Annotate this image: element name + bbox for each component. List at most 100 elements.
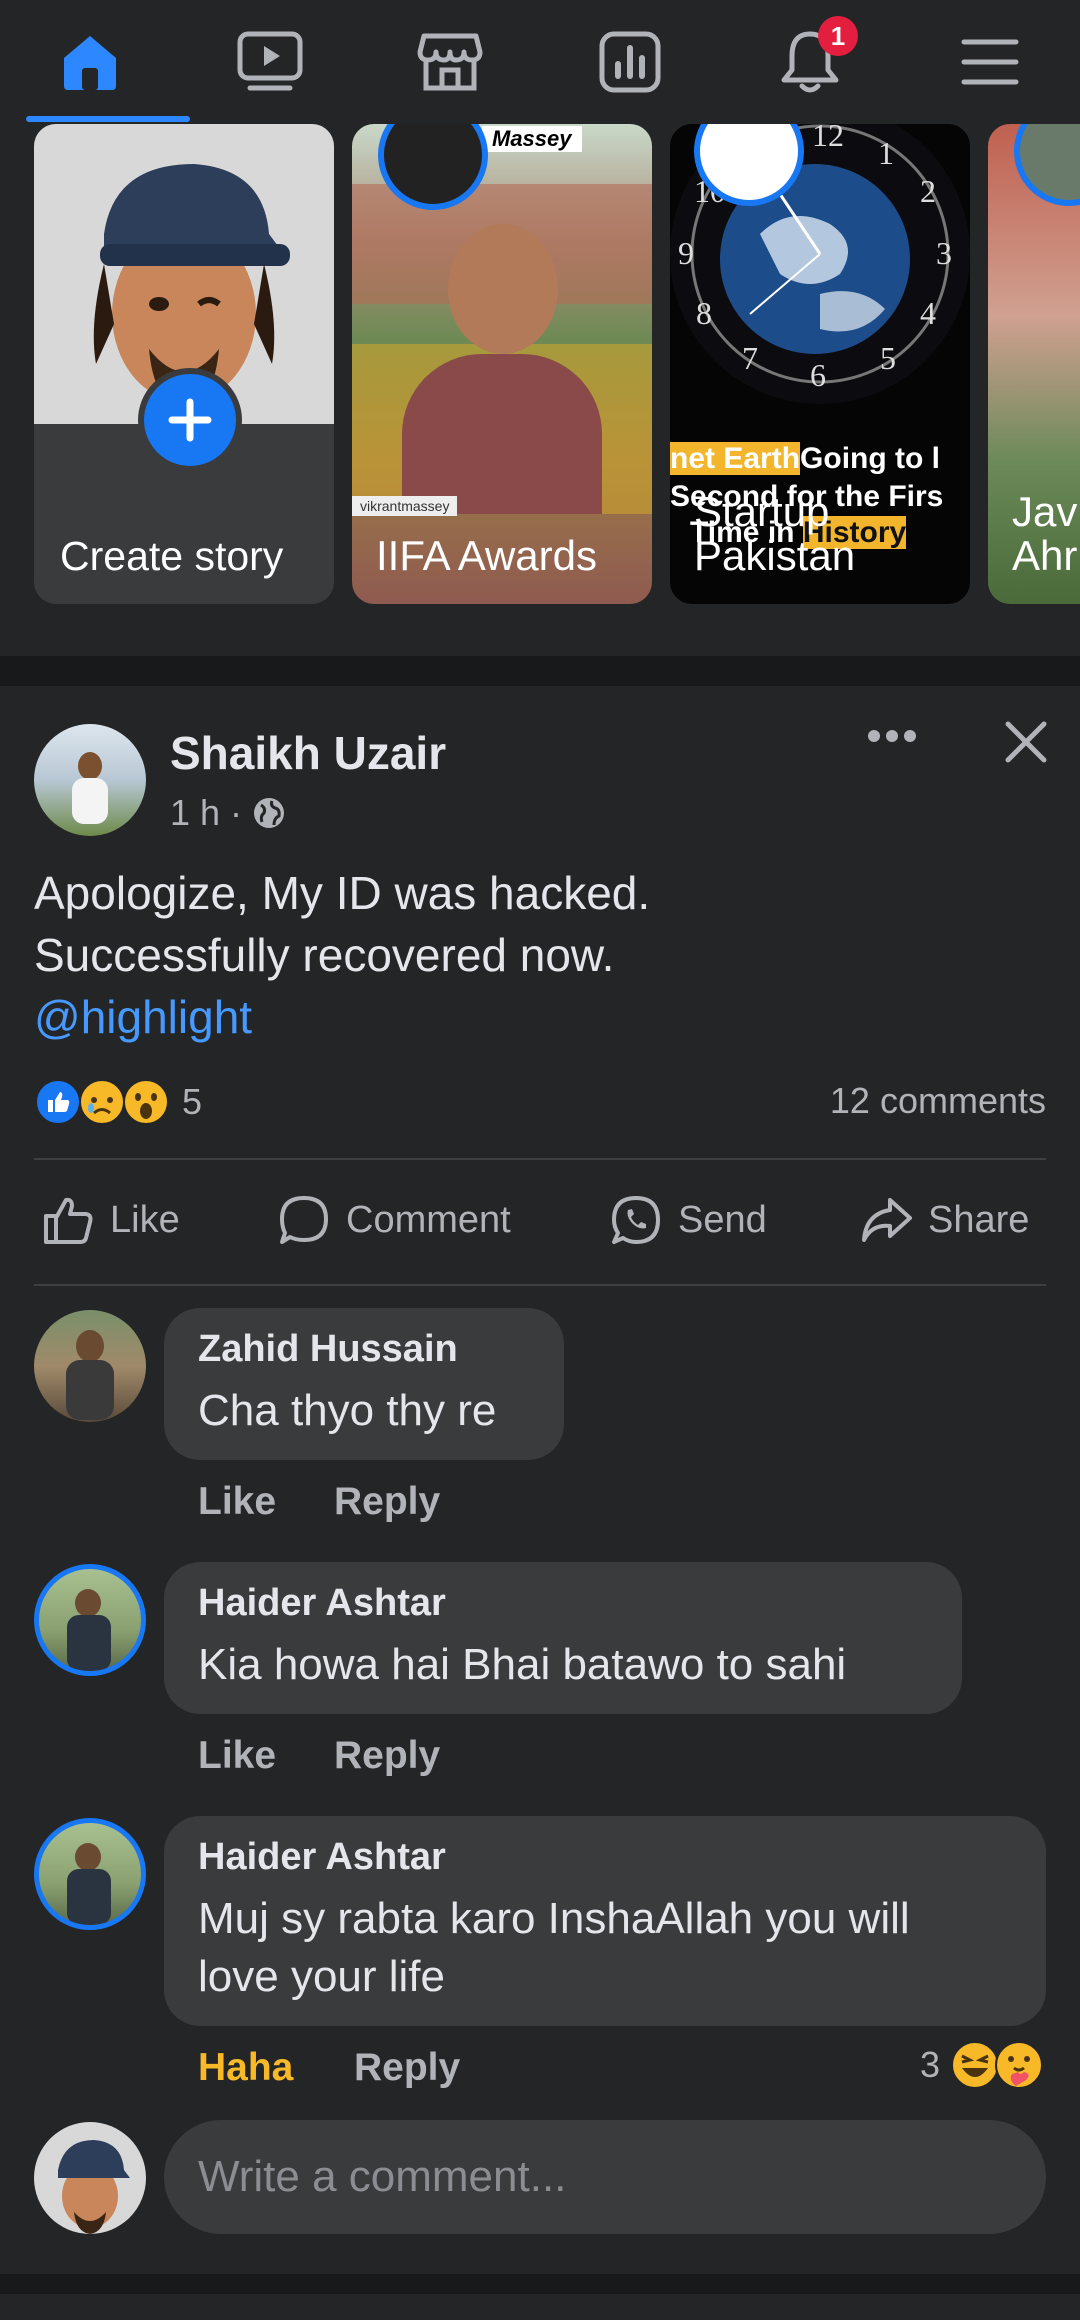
divider bbox=[34, 1158, 1046, 1160]
comment-icon bbox=[280, 1196, 328, 1244]
comment-text-line: love your life bbox=[198, 1952, 446, 2001]
author-avatar[interactable] bbox=[34, 724, 146, 836]
avatar-figure-body bbox=[67, 1869, 111, 1925]
post-text: Apologize, My ID was hacked. Successfull… bbox=[34, 862, 650, 1048]
comment-like-button[interactable]: Like bbox=[198, 1480, 276, 1524]
home-tab[interactable] bbox=[40, 14, 140, 110]
comment-reply-button[interactable]: Reply bbox=[334, 1480, 440, 1524]
top-navigation: 1 bbox=[0, 0, 1080, 126]
comment-like-button[interactable]: Like bbox=[198, 1734, 276, 1778]
story-label: Jav Ahr bbox=[1012, 488, 1078, 579]
post-options-button[interactable] bbox=[862, 706, 922, 766]
watch-icon bbox=[237, 31, 303, 91]
author-name[interactable]: Shaikh Uzair bbox=[170, 726, 446, 780]
comment-reaction-count: 3 bbox=[920, 2044, 941, 2085]
haha-reaction-icon bbox=[951, 2041, 1000, 2089]
comment-reply-button[interactable]: Reply bbox=[334, 1734, 440, 1778]
menu-tab[interactable] bbox=[940, 14, 1040, 110]
story-card-partial[interactable]: Jav Ahr bbox=[988, 124, 1080, 604]
comment-haha-button[interactable]: Haha bbox=[198, 2046, 293, 2090]
whatsapp-icon bbox=[612, 1196, 660, 1244]
wow-reaction-icon bbox=[123, 1079, 169, 1125]
story-card-startup-pakistan[interactable]: 12 1 2 3 4 5 6 7 8 9 10 net EarthGoing t… bbox=[670, 124, 970, 604]
post-meta: 1 h · bbox=[170, 792, 286, 834]
hide-post-button[interactable] bbox=[996, 712, 1056, 772]
share-label: Share bbox=[928, 1198, 1030, 1241]
post-time: 1 h · bbox=[170, 792, 243, 833]
avatar-figure-body bbox=[67, 1615, 111, 1671]
mention-link[interactable]: @highlight bbox=[34, 986, 650, 1048]
commenter-avatar[interactable] bbox=[34, 1564, 146, 1676]
comment-bubble[interactable]: Zahid Hussain Cha thyo thy re bbox=[164, 1308, 564, 1460]
thumbs-up-icon bbox=[44, 1197, 93, 1244]
commenter-name[interactable]: Haider Ashtar bbox=[198, 1582, 446, 1625]
notifications-tab[interactable]: 1 bbox=[760, 14, 860, 110]
story-card-iifa[interactable]: Massey vikrantmassey IIFA Awards bbox=[352, 124, 652, 604]
commenter-name[interactable]: Haider Ashtar bbox=[198, 1836, 446, 1879]
comment-bubble[interactable]: Haider Ashtar Muj sy rabta karo InshaAll… bbox=[164, 1816, 1046, 2026]
stories-tray: Create story Massey vikrantmassey IIFA A… bbox=[0, 124, 1080, 656]
feed-separator bbox=[0, 2274, 1080, 2294]
reaction-count: 5 bbox=[182, 1081, 203, 1122]
commenter-avatar[interactable] bbox=[34, 1818, 146, 1930]
menu-icon bbox=[961, 39, 1019, 85]
avatar-figure-body bbox=[66, 1360, 114, 1420]
story-label: Startup Pakistan bbox=[694, 488, 856, 579]
home-icon bbox=[64, 36, 116, 90]
like-reaction-icon bbox=[35, 1079, 81, 1125]
person-face bbox=[448, 224, 558, 354]
comment-reply-button[interactable]: Reply bbox=[354, 2046, 460, 2090]
comment-input[interactable]: Write a comment... bbox=[164, 2120, 1046, 2234]
share-button[interactable]: Share bbox=[858, 1182, 1029, 1258]
feed-separator bbox=[0, 656, 1080, 686]
post-card: Shaikh Uzair 1 h · Apologize, My ID was … bbox=[0, 686, 1080, 2274]
avatar-illustration bbox=[58, 2140, 130, 2234]
close-icon bbox=[1005, 721, 1047, 763]
more-options-icon bbox=[868, 730, 916, 742]
commenter-name[interactable]: Zahid Hussain bbox=[198, 1328, 458, 1371]
comment-text: Cha thyo thy re bbox=[198, 1386, 497, 1435]
person-body bbox=[402, 354, 602, 514]
comment-reactions[interactable]: 3 bbox=[920, 2040, 1044, 2090]
story-headline: net EarthGoing to l bbox=[670, 442, 940, 475]
post-text-line: Successfully recovered now. bbox=[34, 929, 615, 981]
svg-text:7: 7 bbox=[742, 340, 758, 376]
reactions-summary[interactable]: 5 bbox=[34, 1078, 202, 1126]
svg-text:6: 6 bbox=[810, 357, 826, 393]
commenter-avatar[interactable] bbox=[34, 1310, 146, 1422]
comments-count[interactable]: 12 comments bbox=[830, 1080, 1046, 1122]
add-story-button[interactable] bbox=[138, 368, 242, 472]
story-username-badge: vikrantmassey bbox=[352, 496, 458, 516]
story-label: IIFA Awards bbox=[376, 532, 598, 579]
comment-button[interactable]: Comment bbox=[276, 1182, 511, 1258]
like-button[interactable]: Like bbox=[40, 1182, 180, 1258]
like-label: Like bbox=[110, 1198, 180, 1241]
avatar-figure-head bbox=[76, 1330, 104, 1362]
marketplace-tab[interactable] bbox=[400, 14, 500, 110]
globe-icon bbox=[254, 798, 285, 828]
send-button[interactable]: Send bbox=[608, 1182, 767, 1258]
comment-text: Kia howa hai Bhai batawo to sahi bbox=[198, 1640, 847, 1689]
my-avatar[interactable] bbox=[34, 2122, 146, 2234]
create-story-card[interactable]: Create story bbox=[34, 124, 334, 604]
sad-reaction-icon bbox=[79, 1079, 125, 1125]
feeds-icon bbox=[599, 31, 661, 93]
next-section bbox=[0, 2294, 1080, 2320]
send-label: Send bbox=[678, 1198, 767, 1241]
watch-tab[interactable] bbox=[220, 14, 320, 110]
comment-text-line: Muj sy rabta karo InshaAllah you will bbox=[198, 1894, 910, 1943]
svg-text:9: 9 bbox=[678, 235, 694, 271]
svg-text:5: 5 bbox=[880, 340, 896, 376]
comment-label: Comment bbox=[346, 1198, 511, 1241]
svg-text:1: 1 bbox=[878, 135, 894, 171]
comment-input-placeholder: Write a comment... bbox=[198, 2152, 567, 2201]
comment-bubble[interactable]: Haider Ashtar Kia howa hai Bhai batawo t… bbox=[164, 1562, 962, 1714]
svg-text:2: 2 bbox=[920, 173, 936, 209]
plus-icon bbox=[168, 398, 212, 442]
avatar-figure-head bbox=[75, 1589, 101, 1617]
feeds-tab[interactable] bbox=[580, 14, 680, 110]
story-overlay-text: Massey bbox=[482, 126, 582, 152]
notification-badge: 1 bbox=[818, 16, 858, 56]
svg-text:12: 12 bbox=[812, 124, 844, 153]
svg-text:3: 3 bbox=[936, 235, 952, 271]
